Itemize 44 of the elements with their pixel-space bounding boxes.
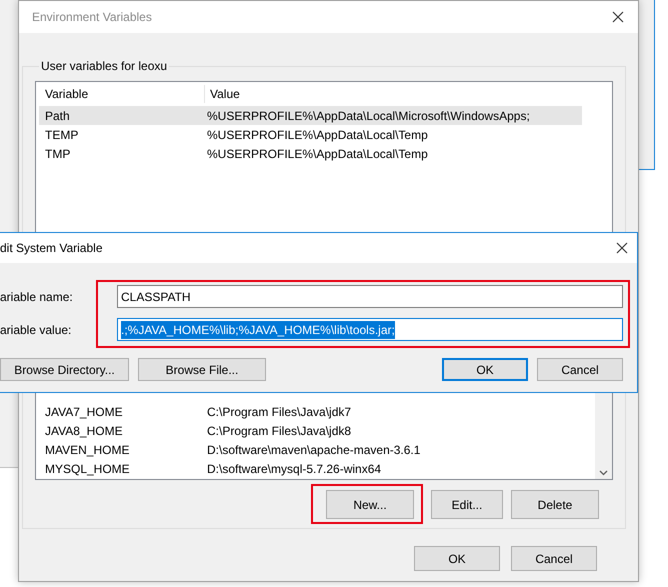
value-cell-text: D:\software\mysql-5.7.26-winx64 bbox=[207, 460, 382, 478]
window-title: Environment Variables bbox=[32, 9, 152, 26]
variable-cell-text: MYSQL_HOME bbox=[44, 460, 131, 478]
dialog-button[interactable]: Browse Directory... bbox=[0, 358, 129, 381]
field-value: CLASSPATH bbox=[121, 288, 191, 306]
field-value: .;%JAVA_HOME%\lib;%JAVA_HOME%\lib\tools.jar; bbox=[121, 320, 395, 338]
variable-cell-text: JAVA8_HOME bbox=[44, 422, 124, 440]
field-label: ariable name: bbox=[0, 288, 74, 306]
text-field[interactable]: CLASSPATH bbox=[117, 285, 623, 308]
list-row[interactable]: TEMP %USERPROFILE%\AppData\Local\Temp bbox=[39, 125, 582, 144]
value-cell-text: %USERPROFILE%\AppData\Local\Temp bbox=[207, 146, 428, 162]
text-field[interactable]: .;%JAVA_HOME%\lib;%JAVA_HOME%\lib\tools.jar; bbox=[117, 318, 623, 341]
value-cell-text: C:\Program Files\Java\jdk8 bbox=[207, 422, 352, 440]
dialog-button[interactable]: Cancel bbox=[537, 358, 623, 381]
variable-cell-text: MAVEN_HOME bbox=[44, 442, 130, 458]
variable-cell-text: Path bbox=[44, 108, 71, 124]
dialog-button[interactable]: OK bbox=[414, 546, 500, 571]
list-row[interactable]: JAVA7_HOME C:\Program Files\Java\jdk7 bbox=[39, 402, 594, 421]
dialog-title: dit System Variable bbox=[0, 240, 102, 257]
column-header[interactable]: Value bbox=[205, 85, 240, 103]
list-row[interactable]: JAVA8_HOME C:\Program Files\Java\jdk8 bbox=[39, 421, 594, 440]
variable-cell-text: JAVA7_HOME bbox=[44, 404, 124, 420]
group-label: User variables for leoxu bbox=[40, 58, 168, 75]
close-icon[interactable] bbox=[616, 242, 628, 254]
list-row[interactable]: Path %USERPROFILE%\AppData\Local\Microsoft\WindowsApps; bbox=[39, 106, 582, 125]
dialog-button[interactable]: Browse File... bbox=[138, 358, 266, 381]
dialog-button[interactable]: Edit... bbox=[431, 490, 503, 519]
variable-cell-text: TMP bbox=[44, 146, 72, 162]
value-cell-text: D:\software\maven\apache-maven-3.6.1 bbox=[207, 442, 420, 458]
chevron-down-icon[interactable] bbox=[599, 470, 608, 476]
column-header[interactable]: Variable bbox=[39, 85, 205, 103]
field-label: ariable value: bbox=[0, 322, 72, 338]
value-cell-text: %USERPROFILE%\AppData\Local\Temp bbox=[207, 126, 428, 144]
close-icon[interactable] bbox=[612, 11, 624, 23]
value-cell-text: %USERPROFILE%\AppData\Local\Microsoft\WindowsApps; bbox=[207, 108, 530, 124]
value-cell-text: C:\Program Files\Java\jdk7 bbox=[207, 404, 352, 420]
dialog-button[interactable]: Cancel bbox=[511, 546, 597, 571]
dialog-button[interactable]: New... bbox=[326, 490, 414, 519]
list-row[interactable]: TMP %USERPROFILE%\AppData\Local\Temp bbox=[39, 144, 582, 163]
list-row[interactable]: MYSQL_HOME D:\software\mysql-5.7.26-winx64 bbox=[39, 459, 594, 478]
dialog-button[interactable]: Delete bbox=[511, 490, 599, 519]
variable-cell-text: TEMP bbox=[44, 126, 80, 144]
list-row[interactable]: MAVEN_HOME D:\software\maven\apache-maven-3.6.1 bbox=[39, 440, 594, 459]
dialog-button[interactable]: OK bbox=[442, 358, 528, 381]
